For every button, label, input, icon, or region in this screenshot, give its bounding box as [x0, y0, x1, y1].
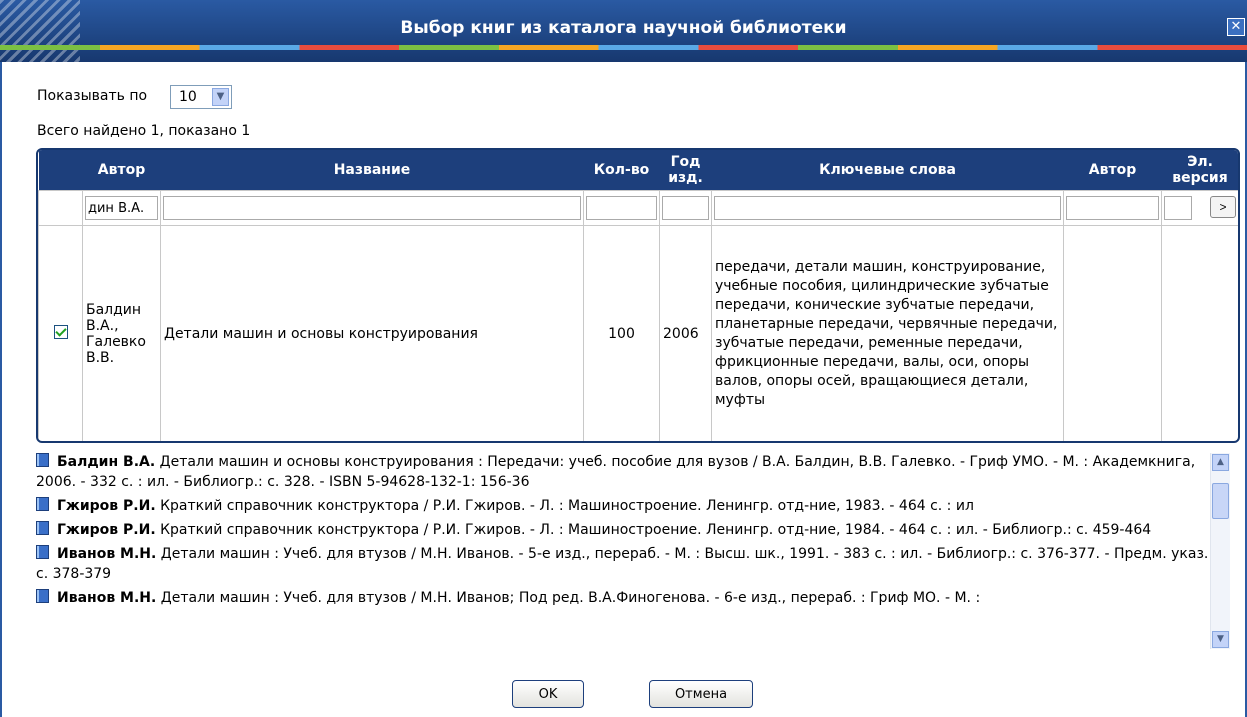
table-row[interactable]: Балдин В.А., Галевко В.В. Детали машин и…: [38, 225, 1238, 441]
list-item[interactable]: Балдин В.А. Детали машин и основы констр…: [36, 452, 1229, 492]
title-bar: Выбор книг из каталога научной библиотек…: [0, 0, 1247, 62]
results-summary: Всего найдено 1, показано 1: [37, 123, 251, 139]
list-item[interactable]: Гжиров Р.И. Краткий справочник конструкт…: [36, 520, 1229, 540]
cell-author: Балдин В.А., Галевко В.В.: [82, 225, 161, 441]
cell-year: 2006: [659, 225, 712, 441]
filter-qty-input[interactable]: [586, 196, 657, 220]
filter-keywords-input[interactable]: [714, 196, 1061, 220]
filter-author-input[interactable]: [85, 196, 158, 220]
filter-select: [38, 190, 83, 226]
color-band: [0, 45, 1247, 50]
header-keywords[interactable]: Ключевые слова: [711, 150, 1064, 191]
scroll-up-icon[interactable]: ▲: [1212, 454, 1229, 471]
list-item[interactable]: Иванов М.Н. Детали машин : Учеб. для вту…: [36, 588, 1229, 608]
filter-ebook-input[interactable]: [1164, 196, 1192, 220]
list-item[interactable]: Гжиров Р.И. Краткий справочник конструкт…: [36, 496, 1229, 516]
book-icon: [36, 545, 49, 559]
book-icon: [36, 497, 49, 511]
window-title: Выбор книг из каталога научной библиотек…: [400, 18, 847, 38]
header-author2[interactable]: Автор: [1063, 150, 1162, 191]
book-icon: [36, 589, 49, 603]
cell-keywords: передачи, детали машин, конструирование,…: [711, 225, 1064, 441]
header-select: [38, 150, 83, 191]
reference-list: Балдин В.А. Детали машин и основы констр…: [36, 452, 1229, 651]
cell-title: Детали машин и основы конструирования: [160, 225, 584, 441]
header-qty[interactable]: Кол-во: [583, 150, 660, 191]
book-icon: [36, 521, 49, 535]
cell-qty: 100: [583, 225, 660, 441]
page-size-value: 10: [179, 89, 197, 105]
book-icon: [36, 453, 49, 467]
filter-year-input[interactable]: [662, 196, 709, 220]
reference-scrollbar[interactable]: ▲ ▼: [1210, 453, 1230, 649]
row-checkbox[interactable]: [53, 324, 68, 339]
ok-button[interactable]: OK: [512, 680, 584, 708]
scroll-thumb[interactable]: [1212, 483, 1229, 519]
books-table: Автор Название Кол-во Год изд. Ключевые …: [36, 148, 1240, 443]
header-author[interactable]: Автор: [82, 150, 161, 191]
apply-filter-button[interactable]: >: [1210, 196, 1236, 218]
cancel-button[interactable]: Отмена: [649, 680, 753, 708]
chevron-down-icon[interactable]: ▼: [212, 88, 229, 106]
header-ebook[interactable]: Эл. версия: [1161, 150, 1238, 191]
cell-author2: [1063, 225, 1162, 441]
filter-author2-input[interactable]: [1066, 196, 1159, 220]
page-size-select[interactable]: 10 ▼: [170, 85, 232, 109]
window-left-border: [0, 62, 2, 717]
scroll-down-icon[interactable]: ▼: [1212, 631, 1229, 648]
header-year[interactable]: Год изд.: [659, 150, 712, 191]
page-size-label: Показывать по: [37, 88, 148, 104]
filter-title-input[interactable]: [163, 196, 581, 220]
list-item[interactable]: Иванов М.Н. Детали машин : Учеб. для вту…: [36, 544, 1229, 584]
cell-ebook: [1161, 225, 1238, 441]
header-title[interactable]: Название: [160, 150, 584, 191]
close-icon[interactable]: ✕: [1227, 18, 1245, 36]
